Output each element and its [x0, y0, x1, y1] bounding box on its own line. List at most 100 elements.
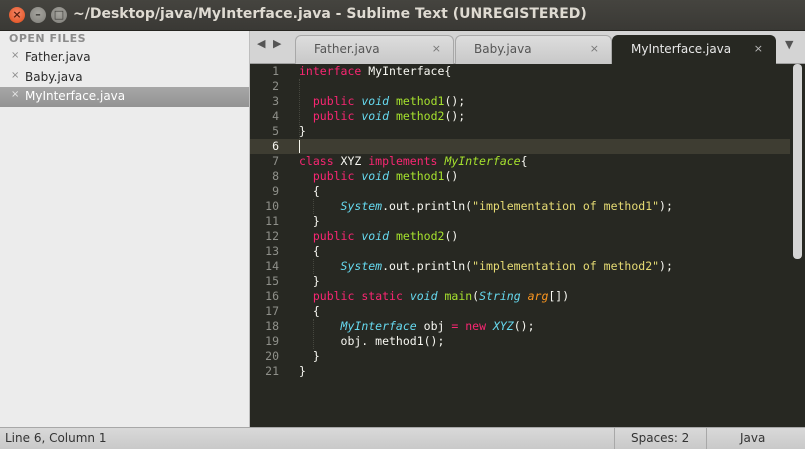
line-number: 12	[265, 229, 279, 243]
code-token: main	[444, 289, 473, 303]
code-token: }	[299, 124, 306, 138]
code-token: public	[312, 109, 355, 123]
line-number: 19	[265, 334, 279, 348]
code-token: void	[361, 169, 390, 183]
line-number: 5	[272, 124, 279, 138]
tab-myinterface[interactable]: MyInterface.java ×	[612, 35, 776, 64]
tab-father[interactable]: Father.java ×	[295, 35, 454, 64]
line-number: 21	[265, 364, 279, 378]
code-token: ();	[444, 94, 466, 108]
code-line: public void method1();	[299, 94, 465, 109]
sidebar-item-baby[interactable]: × Baby.java	[0, 68, 249, 88]
line-number: 2	[272, 79, 279, 93]
close-icon[interactable]: ×	[11, 89, 19, 100]
code-editor[interactable]: 1 2 3 4 5 6 7 8 9 10 11 12 13 14 15 16 17 18 19 20 21 interf…	[250, 64, 790, 427]
line-number: 9	[272, 184, 279, 198]
status-divider	[614, 428, 615, 449]
minimize-icon: –	[35, 8, 41, 21]
code-token: }	[299, 274, 320, 288]
line-number: 13	[265, 244, 279, 258]
code-token: {	[299, 184, 320, 198]
sidebar-item-father[interactable]: × Father.java	[0, 48, 249, 68]
tab-menu-icon[interactable]: ▼	[785, 38, 793, 51]
code-token: method2	[395, 229, 445, 243]
line-number: 1	[272, 64, 279, 78]
code-token: [])	[548, 289, 570, 303]
code-token: void	[409, 289, 438, 303]
line-number: 16	[265, 289, 279, 303]
code-line: }	[299, 364, 306, 379]
tab-prev-icon[interactable]: ◀	[257, 37, 265, 50]
code-line: }	[299, 274, 320, 289]
scrollbar-thumb[interactable]	[793, 64, 802, 259]
indent-guide	[313, 319, 314, 349]
close-icon[interactable]: ×	[754, 42, 763, 55]
code-token: obj	[416, 319, 452, 333]
close-icon[interactable]: ×	[11, 70, 19, 81]
code-token: ()	[444, 229, 459, 243]
code-token: XYZ	[492, 319, 514, 333]
sidebar: OPEN FILES × Father.java × Baby.java × M…	[0, 31, 250, 427]
code-token: void	[361, 94, 390, 108]
line-number: 4	[272, 109, 279, 123]
code-line: }	[299, 349, 320, 364]
sidebar-item-myinterface[interactable]: × MyInterface.java	[0, 87, 249, 107]
tab-next-icon[interactable]: ▶	[273, 37, 281, 50]
code-token: {	[520, 154, 528, 168]
close-window-button[interactable]: ×	[9, 7, 25, 23]
minimize-window-button[interactable]: –	[30, 7, 46, 23]
current-line-highlight	[250, 139, 790, 154]
indent-guide	[313, 259, 314, 274]
vertical-scrollbar[interactable]	[790, 64, 805, 427]
code-line: obj. method1();	[299, 334, 445, 349]
line-number-gutter: 1 2 3 4 5 6 7 8 9 10 11 12 13 14 15 16 17 18 19 20 21	[250, 64, 286, 427]
line-number: 6	[272, 139, 279, 153]
status-bar: Line 6, Column 1 Spaces: 2 Java	[0, 427, 805, 449]
status-divider	[706, 428, 707, 449]
code-token: public	[312, 229, 355, 243]
code-token: ();	[513, 319, 535, 333]
code-token: ()	[444, 169, 459, 183]
code-token: public	[312, 289, 355, 303]
sidebar-item-label: Father.java	[25, 50, 91, 64]
code-token: XYZ	[333, 154, 369, 168]
code-token: "implementation of method2"	[472, 259, 660, 273]
title-bar: × – □ ~/Desktop/java/MyInterface.java - …	[0, 0, 805, 31]
code-line: public void method2();	[299, 109, 465, 124]
line-number: 17	[265, 304, 279, 318]
code-token: "implementation of method1"	[472, 199, 660, 213]
code-line: public static void main(String arg[])	[299, 289, 569, 304]
code-token: arg	[527, 289, 549, 303]
code-token: static	[361, 289, 403, 303]
tab-baby[interactable]: Baby.java ×	[455, 35, 612, 64]
code-token: .out.println(	[382, 259, 473, 273]
close-icon[interactable]: ×	[590, 42, 599, 55]
close-icon: ×	[12, 8, 22, 21]
code-token: implements	[368, 154, 438, 168]
syntax-selector[interactable]: Java	[740, 431, 765, 445]
indentation-selector[interactable]: Spaces: 2	[631, 431, 689, 445]
code-line: class XYZ implements MyInterface{	[299, 154, 528, 169]
code-token: method1	[395, 169, 445, 183]
code-token: MyInterface{	[361, 64, 452, 78]
tab-label: Father.java	[314, 42, 380, 56]
code-token: }	[299, 364, 306, 378]
code-token: {	[299, 304, 320, 318]
maximize-window-button[interactable]: □	[51, 7, 67, 23]
close-icon[interactable]: ×	[432, 42, 441, 55]
line-number: 11	[265, 214, 279, 228]
code-token: ();	[444, 109, 466, 123]
close-icon[interactable]: ×	[11, 50, 19, 61]
indent-guide	[313, 199, 314, 214]
